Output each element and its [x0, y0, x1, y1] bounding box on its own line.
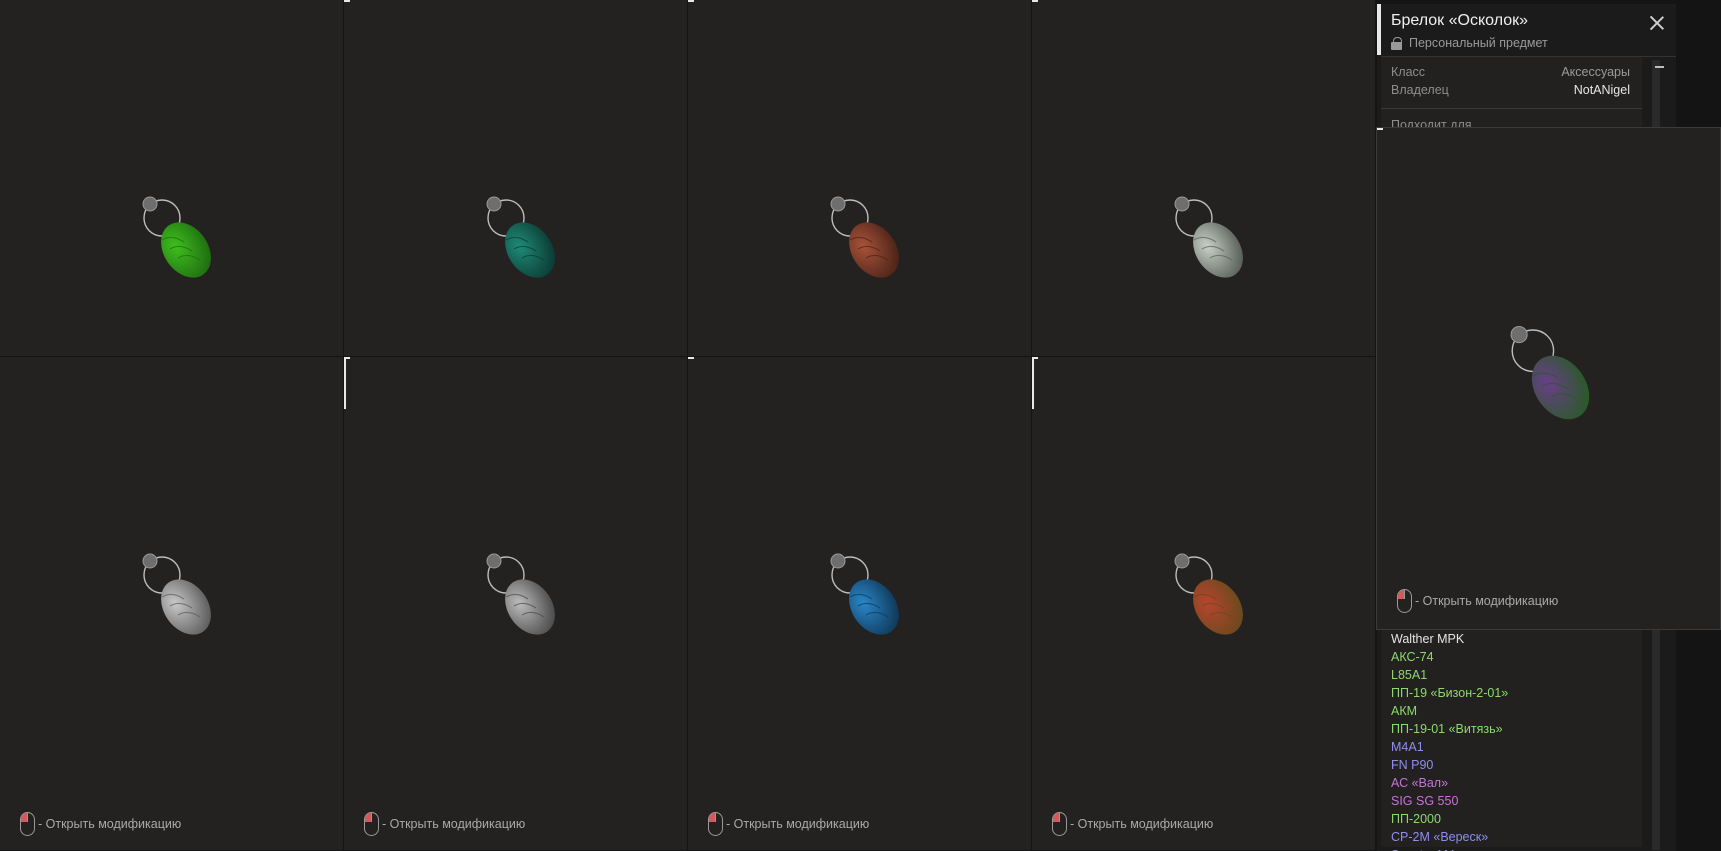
weapon-list-item: Spectre M4 — [1391, 846, 1508, 851]
charm-green-leaf — [161, 222, 211, 278]
mouse-left-click-icon — [1397, 589, 1412, 613]
hint-label: - Открыть модификацию — [1070, 817, 1214, 831]
item-title: Брелок «Осколок» — [1391, 12, 1529, 29]
charm-model — [1174, 196, 1243, 278]
charm-card[interactable]: - Открыть модификацию — [1032, 357, 1376, 851]
charm-card[interactable] — [688, 0, 1032, 357]
charm-model — [486, 553, 555, 635]
hint-label: - Открыть модификацию — [382, 817, 526, 831]
class-value: Аксессуары — [1561, 65, 1630, 79]
charm-red-sphere — [849, 222, 899, 278]
personal-item-label: Персональный предмет — [1409, 36, 1548, 50]
charm-shard-preview — [1531, 355, 1590, 420]
open-modification-hint: - Открыть модификацию — [1052, 812, 1213, 836]
open-modification-hint: - Открыть модификацию — [364, 812, 525, 836]
owner-value: NotANigel — [1573, 83, 1630, 97]
keyring-bead — [830, 553, 846, 569]
class-row: Класс Аксессуары — [1391, 65, 1630, 79]
charm-preview-card[interactable]: - Открыть модификацию — [1376, 127, 1721, 630]
mouse-left-click-icon — [708, 812, 723, 836]
charm-model — [830, 196, 899, 278]
keyring-bead — [486, 553, 502, 569]
keyring-bead — [1510, 326, 1528, 344]
info-divider — [1381, 108, 1642, 109]
owner-label: Владелец — [1391, 83, 1449, 97]
charm-model — [830, 553, 899, 635]
keyring-bead — [830, 196, 846, 212]
keyring-bead — [486, 196, 502, 212]
charm-silver-spiral — [161, 579, 211, 635]
charm-model — [1510, 326, 1590, 420]
weapon-list-item: АКМ — [1391, 704, 1418, 718]
charm-silver-orb — [505, 579, 555, 635]
charm-model — [142, 196, 211, 278]
weapon-list-item: M4A1 — [1391, 740, 1424, 754]
weapon-list-item: АС «Вал» — [1391, 776, 1449, 790]
owner-row: Владелец NotANigel — [1391, 83, 1630, 97]
keyring-bead — [142, 196, 158, 212]
open-modification-hint: - Открыть модификацию — [20, 812, 181, 836]
charm-teal-cone — [505, 222, 555, 278]
charm-card[interactable] — [1032, 0, 1376, 357]
hint-label: - Открыть модификацию — [1415, 594, 1559, 608]
charm-blue-spool — [849, 579, 899, 635]
keyring-bead — [142, 553, 158, 569]
weapon-list-item: Walther MPK — [1391, 632, 1465, 646]
mouse-left-click-icon — [20, 812, 35, 836]
open-modification-hint: - Открыть модификацию — [1397, 589, 1558, 613]
hint-label: - Открыть модификацию — [726, 817, 870, 831]
open-modification-hint: - Открыть модификацию — [708, 812, 869, 836]
charm-card[interactable] — [0, 0, 344, 357]
weapon-list-item: АКС-74 — [1391, 650, 1434, 664]
weapon-list-item: ПП-2000 — [1391, 812, 1441, 826]
hint-label: - Открыть модификацию — [38, 817, 182, 831]
charm-model — [142, 553, 211, 635]
panel-accent-bar — [1377, 4, 1381, 55]
charm-clear-crystal — [1193, 222, 1243, 278]
charm-model — [486, 196, 555, 278]
keyring-bead — [1174, 553, 1190, 569]
charm-grid: - Открыть модификацию - Открыть модифика… — [0, 0, 1376, 851]
weapon-list-item: SIG SG 550 — [1391, 794, 1459, 808]
keyring-bead — [1174, 196, 1190, 212]
scrollbar-thumb[interactable] — [1655, 66, 1664, 68]
weapon-list-item: СР-2М «Вереск» — [1391, 830, 1489, 844]
compatible-weapons-list: Walther MPK АКС-74 L85A1 ПП-19 «Бизон-2-01»… — [1391, 630, 1508, 851]
mouse-left-click-icon — [364, 812, 379, 836]
charm-model — [1174, 553, 1243, 635]
item-subtitle: Персональный предмет — [1391, 36, 1548, 50]
class-label: Класс — [1391, 65, 1426, 79]
charm-card[interactable] — [344, 0, 688, 357]
charm-card[interactable]: - Открыть модификацию — [0, 357, 344, 851]
charm-card[interactable]: - Открыть модификацию — [344, 357, 688, 851]
weapon-list-item: ПП-19-01 «Витязь» — [1391, 722, 1503, 736]
close-icon[interactable] — [1650, 16, 1664, 30]
charm-red-gold-flower — [1193, 579, 1243, 635]
charm-card[interactable]: - Открыть модификацию — [688, 357, 1032, 851]
mouse-left-click-icon — [1052, 812, 1067, 836]
weapon-list-item: ПП-19 «Бизон-2-01» — [1391, 686, 1509, 700]
lock-icon — [1391, 36, 1402, 50]
weapon-list-item: L85A1 — [1391, 668, 1428, 682]
weapon-list-item: FN P90 — [1391, 758, 1434, 772]
